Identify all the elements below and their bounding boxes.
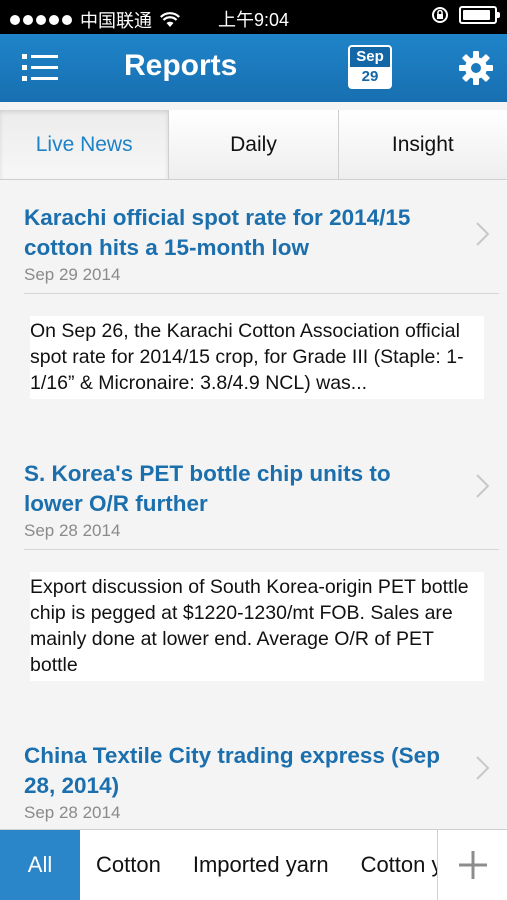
chevron-right-icon: [476, 474, 490, 498]
calendar-button[interactable]: Sep 29: [348, 45, 392, 89]
news-title[interactable]: Karachi official spot rate for 2014/15 c…: [24, 203, 443, 263]
news-title[interactable]: China Textile City trading express (Sep …: [24, 741, 443, 801]
news-header[interactable]: S. Korea's PET bottle chip units to lowe…: [24, 433, 490, 549]
category-cotton-yarn[interactable]: Cotton yarn: [345, 830, 437, 900]
news-list[interactable]: Karachi official spot rate for 2014/15 c…: [0, 181, 507, 829]
category-imported-yarn[interactable]: Imported yarn: [177, 830, 345, 900]
news-date: Sep 29 2014: [24, 265, 121, 284]
tab-insight[interactable]: Insight: [338, 110, 507, 179]
report-tabs: Live News Daily Insight: [0, 110, 507, 180]
add-category-button[interactable]: [437, 830, 507, 900]
news-summary: On Sep 26, the Karachi Cotton Associatio…: [30, 316, 484, 399]
battery-icon: [459, 6, 500, 24]
nav-bar: Reports Sep 29: [0, 34, 507, 102]
category-scroller[interactable]: All Cotton Imported yarn Cotton yarn: [0, 830, 437, 900]
news-item[interactable]: China Textile City trading express (Sep …: [0, 715, 507, 829]
news-summary: Export discussion of South Korea-origin …: [30, 572, 484, 681]
status-bar: 中国联通 上午9:04: [0, 0, 507, 34]
news-date: Sep 28 2014: [24, 521, 121, 540]
divider: [24, 293, 499, 294]
plus-icon: [458, 851, 487, 879]
gear-icon[interactable]: [458, 50, 494, 86]
news-date: Sep 28 2014: [24, 803, 121, 822]
category-cotton[interactable]: Cotton: [80, 830, 177, 900]
status-right: [431, 6, 500, 24]
category-bar: All Cotton Imported yarn Cotton yarn: [0, 829, 507, 900]
news-item[interactable]: Karachi official spot rate for 2014/15 c…: [0, 181, 507, 433]
page-title: Reports: [124, 49, 238, 82]
news-header[interactable]: China Textile City trading express (Sep …: [24, 715, 490, 829]
chevron-right-icon: [476, 756, 490, 780]
news-item[interactable]: S. Korea's PET bottle chip units to lowe…: [0, 433, 507, 715]
tab-live-news[interactable]: Live News: [0, 110, 170, 179]
divider: [24, 549, 499, 550]
news-title[interactable]: S. Korea's PET bottle chip units to lowe…: [24, 459, 443, 519]
calendar-day: 29: [361, 68, 379, 85]
list-icon[interactable]: [22, 52, 60, 84]
battery-fill: [463, 10, 490, 20]
tab-daily[interactable]: Daily: [169, 110, 339, 179]
orientation-lock-icon: [432, 7, 448, 23]
calendar-month: Sep: [350, 47, 390, 67]
chevron-right-icon: [476, 222, 490, 246]
category-all[interactable]: All: [0, 830, 80, 900]
news-header[interactable]: Karachi official spot rate for 2014/15 c…: [24, 181, 490, 293]
